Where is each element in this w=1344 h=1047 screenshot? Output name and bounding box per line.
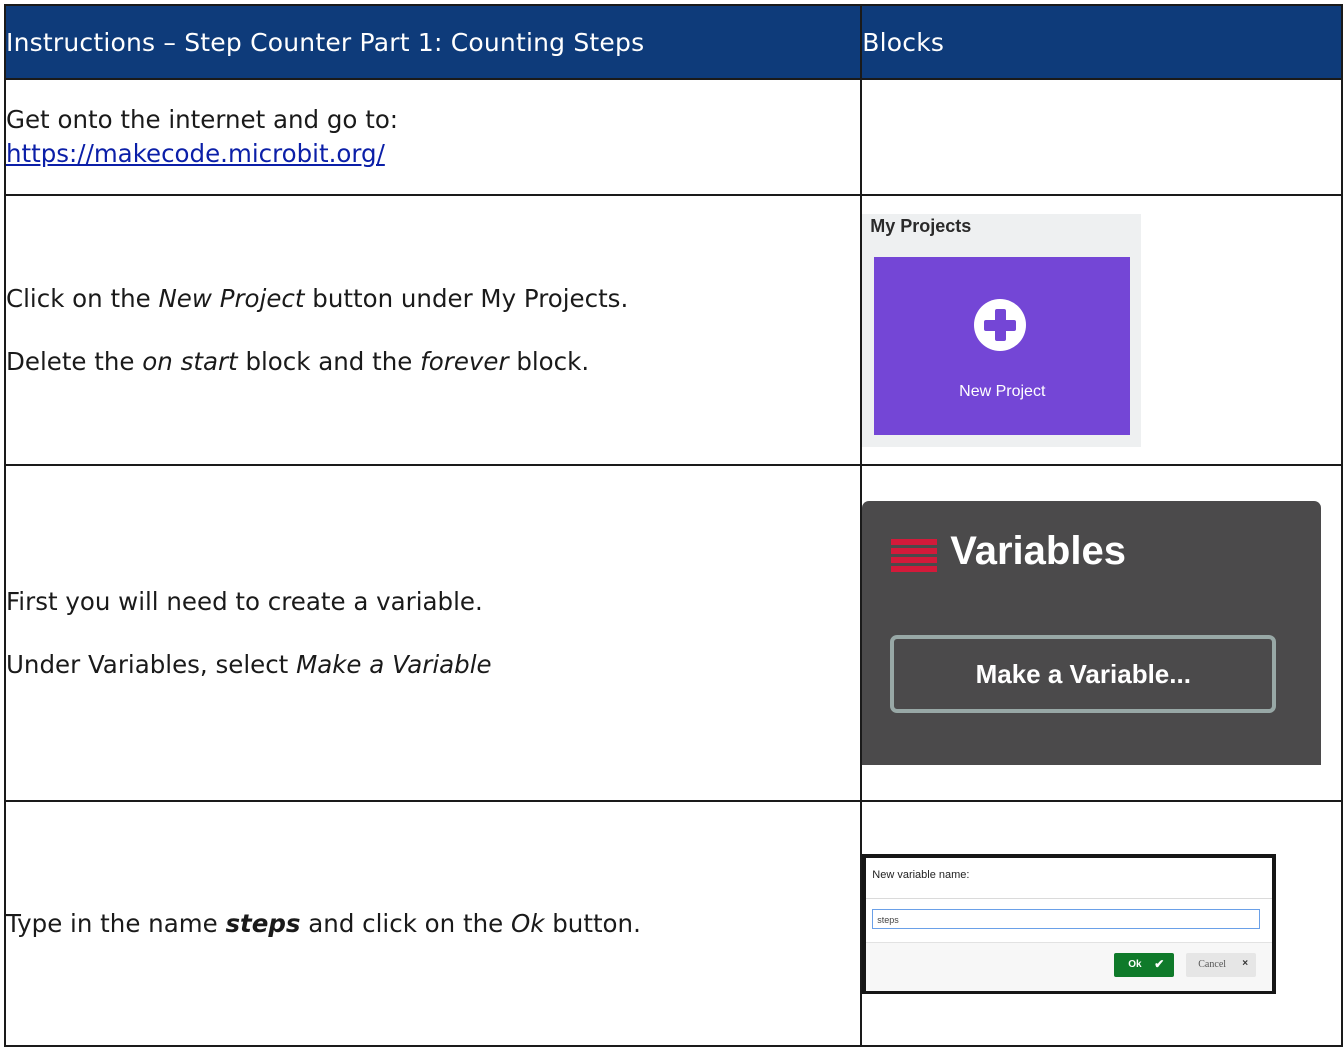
cancel-button[interactable]: Cancel × [1186, 952, 1257, 977]
variables-icon [891, 539, 938, 573]
row-steps: Type in the name steps and click on the … [3, 800, 1343, 1047]
close-icon: × [1242, 957, 1249, 969]
variables-title: Variables [950, 529, 1126, 573]
header-row: Instructions – Step Counter Part 1: Coun… [3, 4, 1343, 80]
new-project-button[interactable]: New Project [874, 256, 1131, 435]
steps-image-cell: New variable name: steps Ok ✔ Cancel × [860, 800, 1343, 1047]
make-variable-button[interactable]: Make a Variable... [890, 635, 1277, 713]
variables-screenshot: Variables Make a Variable... [862, 501, 1322, 765]
instructions-header: Instructions – Step Counter Part 1: Coun… [3, 4, 863, 80]
internet-blocks-cell [860, 78, 1343, 196]
steps-instruction: Type in the name steps and click on the … [3, 800, 863, 1047]
my-projects-screenshot: My Projects New Project [862, 213, 1142, 447]
new-project-image-cell: My Projects New Project [860, 194, 1343, 466]
ok-button[interactable]: Ok ✔ [1114, 952, 1175, 977]
blocks-header: Blocks [860, 4, 1343, 80]
makecode-link[interactable]: https://makecode.microbit.org/ [6, 139, 385, 168]
variable-image-cell: Variables Make a Variable... [860, 464, 1343, 802]
new-project-instruction: Click on the New Project button under My… [3, 194, 863, 466]
row-new-project: Click on the New Project button under My… [3, 194, 1343, 466]
variable-instruction: First you will need to create a variable… [3, 464, 863, 802]
new-project-label: New Project [959, 382, 1046, 400]
my-projects-title: My Projects [870, 215, 972, 236]
internet-text: Get onto the internet and go to: [6, 105, 399, 134]
internet-instruction: Get onto the internet and go to: https:/… [3, 78, 863, 196]
variable-name-input[interactable]: steps [872, 908, 1261, 929]
instructions-table: Instructions – Step Counter Part 1: Coun… [3, 4, 1343, 1047]
check-icon: ✔ [1154, 956, 1165, 971]
dialog-title: New variable name: [872, 868, 970, 881]
row-variable: First you will need to create a variable… [3, 464, 1343, 802]
row-internet: Get onto the internet and go to: https:/… [3, 78, 1343, 196]
plus-circle-icon [974, 298, 1027, 351]
steps-name: steps [225, 908, 301, 938]
new-variable-dialog: New variable name: steps Ok ✔ Cancel × [862, 853, 1277, 994]
